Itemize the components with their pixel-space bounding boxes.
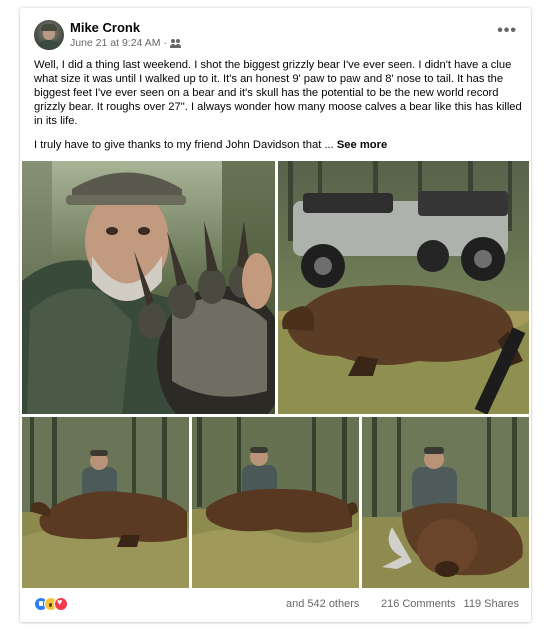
post-card: Mike Cronk June 21 at 9:24 AM · ••• Well… xyxy=(20,8,531,622)
love-icon xyxy=(54,597,68,611)
photo-hunter-with-bear-head[interactable] xyxy=(362,417,529,588)
comments-count[interactable]: 216 Comments xyxy=(381,598,456,610)
photo-hunter-with-bear-left[interactable] xyxy=(22,417,189,588)
meta-separator: · xyxy=(163,37,167,49)
post-header: Mike Cronk June 21 at 9:24 AM · ••• xyxy=(34,20,521,56)
reaction-icons[interactable] xyxy=(34,597,68,611)
photo-selfie-with-bear-paw[interactable] xyxy=(22,161,275,414)
see-more-link[interactable]: See more xyxy=(337,139,387,151)
post-text: Well, I did a thing last weekend. I shot… xyxy=(34,58,522,162)
post-footer: and 542 others 216 Comments 119 Shares xyxy=(34,596,519,614)
post-paragraph: I truly have to give thanks to my friend… xyxy=(34,138,522,152)
photo-hunter-with-bear-center[interactable] xyxy=(192,417,359,588)
photo-bear-with-atv[interactable] xyxy=(278,161,529,414)
engagement-counts: 216 Comments 119 Shares xyxy=(381,598,519,610)
post-meta: June 21 at 9:24 AM · xyxy=(70,37,182,49)
more-options-icon[interactable]: ••• xyxy=(497,23,517,39)
reactions-count[interactable]: and 542 others xyxy=(286,598,359,610)
shares-count[interactable]: 119 Shares xyxy=(464,598,519,610)
post-paragraph: Well, I did a thing last weekend. I shot… xyxy=(34,59,522,127)
friends-icon xyxy=(169,38,182,48)
photo-gallery xyxy=(22,161,529,588)
post-paragraph-truncated: I truly have to give thanks to my friend… xyxy=(34,139,334,151)
author-avatar[interactable] xyxy=(34,20,64,50)
author-name[interactable]: Mike Cronk xyxy=(70,20,140,35)
post-timestamp[interactable]: June 21 at 9:24 AM xyxy=(70,37,160,49)
